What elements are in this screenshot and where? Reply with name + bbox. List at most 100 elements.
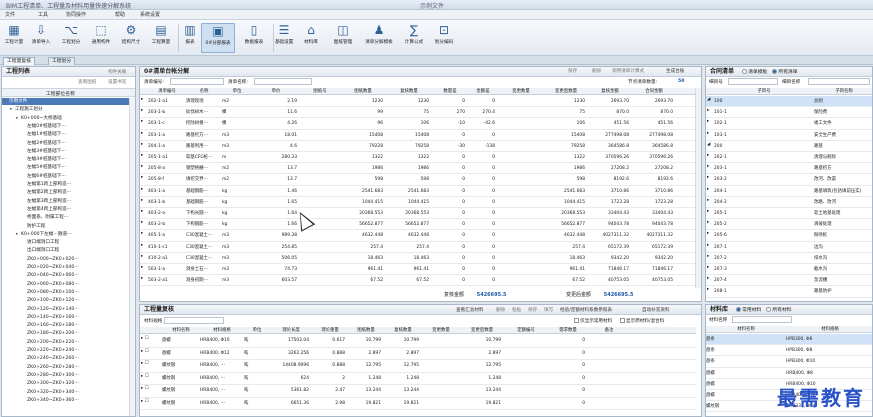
item-number-input[interactable]: [728, 78, 778, 85]
table-row[interactable]: ▸ 203-1-c 挖除树根⋯ 棵 4.26 96 106 -10 -42.6 106 451.56…: [140, 118, 696, 130]
tree-item[interactable]: ▸ K0+000~大桥基础: [2, 115, 129, 122]
tree-item[interactable]: ZK0+100~ZK0+120⋯: [2, 297, 129, 304]
table-row[interactable]: ▸ 203-1-a 路基挖方⋯ m3 18.01 15408 15408 0 0 15408 277…: [140, 130, 696, 141]
table-row[interactable]: 盘螺 HRB400, Φ8: [706, 368, 872, 379]
table-row[interactable]: ▸ 205-1 软土地基处理: [706, 208, 872, 220]
table-row[interactable]: ▸ 203-1-b 砍伐树木⋯ 棵 11.6 99 75 270 270.4 75 870.0 870…: [140, 107, 696, 119]
delete-button[interactable]: 删除: [592, 68, 601, 76]
menu-file[interactable]: 文件: [5, 11, 15, 18]
division-code-button[interactable]: ⊡ 划分编码: [430, 23, 458, 53]
row-marker[interactable]: ▸: [141, 174, 147, 181]
table-row[interactable]: ▸ 403-2-b 下构钢筋⋯ kg 1.66 56652.877 56652.877 0 0 5…: [140, 219, 696, 231]
measure-button[interactable]: ▤ 工程算量: [148, 23, 174, 53]
expand-toggle-icon[interactable]: ▸: [707, 118, 713, 125]
expand-toggle-icon[interactable]: ▸: [707, 174, 713, 181]
template-button[interactable]: ♟ 清单分解模板: [360, 23, 398, 53]
row-checkbox[interactable]: ▸ ☐: [141, 385, 161, 392]
row-marker[interactable]: ▸: [141, 219, 147, 226]
table-row[interactable]: ▸ 207-1 边沟: [706, 242, 872, 253]
view-summary-button[interactable]: 查看汇总材料: [456, 307, 484, 315]
tree-item[interactable]: ZK0+040~ZK0+060⋯: [2, 272, 129, 279]
row-marker[interactable]: ▸: [141, 275, 147, 282]
table-row[interactable]: ▸ 202-1 清理与掘除: [706, 152, 872, 164]
item-name-input[interactable]: [808, 78, 870, 85]
save-button[interactable]: 保存: [528, 307, 537, 315]
paste-button[interactable]: 粘贴: [512, 307, 521, 315]
expand-toggle-icon[interactable]: ▸: [707, 275, 713, 282]
table-row[interactable]: ▸ ☐ 螺纹钢 HRB400, ⋯ 吨 5361.82 2.47 13.244 13.244 1…: [140, 385, 696, 398]
row-checkbox[interactable]: ▸ ☐: [141, 348, 161, 355]
bill-number-input[interactable]: [170, 78, 224, 85]
raw-material-checkbox[interactable]: 显示原材料/混合料: [620, 318, 664, 324]
menu-tools[interactable]: 工具: [38, 11, 48, 18]
table-row[interactable]: ▸ 208-1 路基防护: [706, 286, 872, 298]
tab-project-division[interactable]: 工程划分: [48, 57, 76, 65]
tree-item[interactable]: 左幅6#桩基础下⋯: [2, 173, 129, 180]
table-row[interactable]: ▸ ☐ 盘螺 HRB400, Φ10 吨 17502.04 0.617 10.799 10.7…: [140, 335, 696, 348]
table-row[interactable]: ▸ 205-8-a 钢塑格栅⋯ m2 13.7 1986 1986 0 0 1986 27208.2…: [140, 163, 696, 175]
row-checkbox[interactable]: ▸ ☐: [141, 373, 161, 380]
tab-quantity-review[interactable]: 工程量复核: [3, 57, 35, 65]
expand-toggle-icon[interactable]: ▸: [707, 230, 713, 237]
tree-item[interactable]: 左幅第2跨上部构造⋯: [2, 189, 129, 196]
common-only-checkbox[interactable]: 仅显示常用材料: [574, 318, 612, 324]
tree-item[interactable]: ZK0+200~ZK0+220⋯: [2, 339, 129, 346]
expand-toggle-icon[interactable]: ▸: [707, 242, 713, 249]
material-name-input[interactable]: [732, 316, 792, 323]
expand-toggle-icon[interactable]: ▸: [707, 286, 713, 293]
expand-toggle-icon[interactable]: ▸: [707, 107, 713, 114]
expand-toggle-icon[interactable]: ▸: [707, 186, 713, 193]
expand-toggle-icon[interactable]: ▸: [707, 264, 713, 271]
expand-toggle-icon[interactable]: ▸: [707, 152, 713, 159]
tree-item[interactable]: ZK0+280~ZK0+300⋯: [2, 372, 129, 379]
tree-item[interactable]: ▸ K0+000下左幅⋯隧道⋯: [2, 231, 129, 238]
table-row[interactable]: ▸ 205-2 滑坡处理: [706, 219, 872, 231]
tree-item[interactable]: ZK0+240~ZK0+260⋯: [2, 355, 129, 362]
table-row[interactable]: ▸ 204-2 改路、改河: [706, 197, 872, 208]
all-material-radio[interactable]: 所有材料: [766, 307, 792, 313]
view-drawing-button[interactable]: 查看图纸: [78, 79, 96, 87]
row-marker[interactable]: ▸: [141, 163, 147, 170]
row-marker[interactable]: ▸: [141, 208, 147, 215]
delete-button[interactable]: 删除: [496, 307, 505, 315]
split-button[interactable]: ⌥ 工程划分: [58, 23, 84, 53]
table-row[interactable]: ▸ 204-1 路基填筑(包括填前压实): [706, 186, 872, 197]
table-row[interactable]: ▸ 205-6 粉喷桩: [706, 230, 872, 242]
tree-item[interactable]: 左幅3#桩基础下⋯: [2, 148, 129, 155]
expand-toggle-icon[interactable]: ▸: [707, 208, 713, 215]
tree-item[interactable]: 出口端洞口工程: [2, 247, 129, 254]
expand-toggle-icon[interactable]: ▸: [707, 130, 713, 137]
row-marker[interactable]: ▸: [141, 186, 147, 193]
auto-supplement-button[interactable]: 自动补充资料: [642, 307, 670, 315]
tree-item[interactable]: ZK0+140~ZK0+160⋯: [2, 314, 129, 321]
common-material-radio[interactable]: 常用材料: [736, 307, 761, 313]
subsection-report-button[interactable]: ▣ 0#分部报表: [201, 23, 235, 53]
tree-item[interactable]: 左幅0#桩基础下⋯: [2, 123, 129, 130]
table-row[interactable]: ▸ 503-1-a 洞身土石⋯ m3 74.73 961.41 961.41 0 0 961.41…: [140, 264, 696, 276]
expand-toggle-icon[interactable]: ▸: [707, 197, 713, 204]
material-library-button[interactable]: ⌂ 材料库: [298, 23, 324, 53]
row-checkbox[interactable]: ▸ ☐: [141, 335, 161, 342]
bookmark-button[interactable]: 设置书签: [108, 79, 126, 87]
table-row[interactable]: ◢ 100 总则: [706, 96, 872, 108]
row-checkbox[interactable]: ▸ ☐: [141, 360, 161, 367]
table-row[interactable]: ▸ 204-1-a 路基利用⋯ m3 4.6 79228 79258 -30 -138 79258…: [140, 141, 696, 152]
tree-item[interactable]: 左幅第4跨上部构造⋯: [2, 206, 129, 213]
formula-button[interactable]: ∑ 计算公式: [400, 23, 428, 53]
base-settings-button[interactable]: ☰ 基础设置: [275, 23, 293, 53]
ledger-scrollbar[interactable]: [695, 88, 701, 288]
tree-item[interactable]: 左幅4#桩基础下⋯: [2, 156, 129, 163]
tree-item[interactable]: ▸ 工程施工划分: [2, 106, 129, 113]
fill-button[interactable]: 填写: [544, 307, 553, 315]
tree-item[interactable]: 左幅第3跨上部构造⋯: [2, 198, 129, 205]
row-marker[interactable]: ▸: [141, 230, 147, 237]
expand-toggle-icon[interactable]: ◢: [707, 141, 713, 148]
data-report-button[interactable]: ▯ 数据报表: [238, 23, 270, 53]
tree-item[interactable]: ZK0+320~ZK0+340⋯: [2, 389, 129, 396]
material-spec-input[interactable]: [164, 317, 224, 324]
tree-item[interactable]: ZK0+220~ZK0+240⋯: [2, 347, 129, 354]
tree-item[interactable]: ZK0+020~ZK0+040⋯: [2, 264, 129, 271]
row-marker[interactable]: ▸: [141, 197, 147, 204]
table-row[interactable]: 盘条 HPB300, Φ6: [706, 334, 872, 346]
tree-item[interactable]: ZK0+160~ZK0+180⋯: [2, 322, 129, 329]
